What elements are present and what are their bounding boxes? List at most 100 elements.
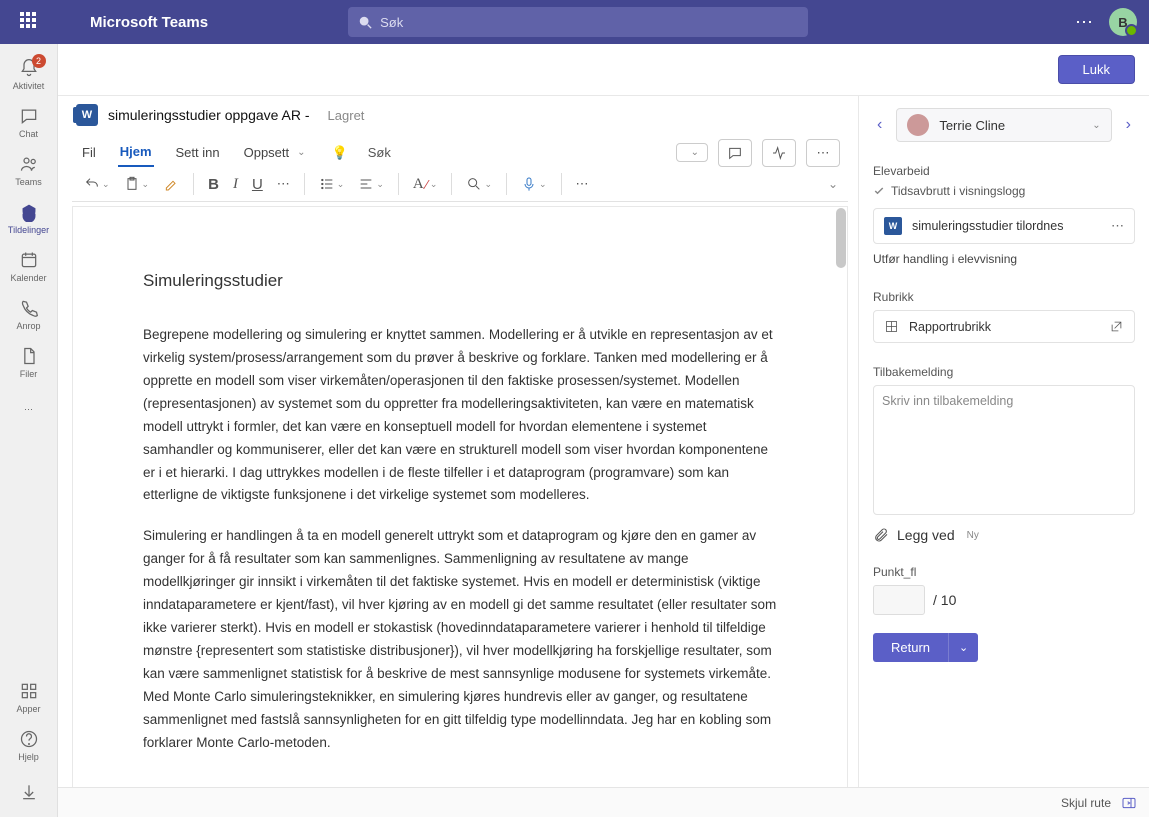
bottom-bar: Skjul rute: [58, 787, 1149, 817]
lightbulb-icon[interactable]: 💡: [332, 145, 348, 161]
align-icon: [358, 176, 374, 192]
rail-calls[interactable]: Anrop: [0, 290, 58, 338]
file-more-button[interactable]: ⋯: [1111, 218, 1124, 234]
rail-apps[interactable]: Apper: [0, 673, 58, 721]
user-avatar[interactable]: B: [1109, 8, 1137, 36]
main-area: Lukk W simuleringsstudier oppgave AR - L…: [58, 44, 1149, 817]
tab-layout[interactable]: Oppsett: [242, 139, 292, 166]
activity-icon: [771, 145, 787, 161]
prev-student-button[interactable]: ‹: [873, 112, 886, 138]
font-more-button[interactable]: ⋯: [275, 174, 292, 194]
close-button[interactable]: Lukk: [1058, 55, 1135, 84]
student-work-label: Elevarbeid: [873, 164, 1135, 178]
rail-more[interactable]: ⋯: [0, 386, 58, 434]
student-navigator: ‹ Terrie Cline ⌄ ›: [873, 108, 1135, 142]
chat-icon: [19, 106, 39, 126]
collapse-ribbon-button[interactable]: ⌄: [828, 177, 838, 191]
rubric-label: Rubrikk: [873, 290, 1135, 304]
ribbon-tabs: Fil Hjem Sett inn Oppsett ⌄ 💡 Søk ⌄ ⋯: [72, 134, 848, 167]
styles-button[interactable]: A⁄⌄: [411, 174, 440, 195]
points-max: / 10: [933, 592, 956, 608]
align-button[interactable]: ⌄: [356, 174, 386, 194]
student-file-card[interactable]: W simuleringsstudier tilordnes ⋯: [873, 208, 1135, 244]
italic-button[interactable]: I: [231, 174, 240, 195]
format-painter-button[interactable]: [161, 174, 181, 194]
ribbon-search-label[interactable]: Søk: [368, 145, 391, 160]
editing-mode-button[interactable]: ⌄: [676, 143, 708, 162]
doc-paragraph: Begrepene modellering og simulering er k…: [143, 324, 777, 508]
dictate-button[interactable]: ⌄: [519, 174, 549, 194]
rail-files[interactable]: Filer: [0, 338, 58, 386]
doc-paragraph: Simulering er handlingen å ta en modell …: [143, 525, 777, 754]
next-student-button[interactable]: ›: [1122, 112, 1135, 138]
comments-button[interactable]: [718, 139, 752, 167]
rubric-card[interactable]: Rapportrubrikk: [873, 310, 1135, 343]
feedback-input[interactable]: Skriv inn tilbakemelding: [873, 385, 1135, 515]
bold-button[interactable]: B: [206, 174, 221, 195]
close-bar: Lukk: [58, 44, 1149, 96]
apps-icon: [19, 681, 39, 701]
rail-calendar[interactable]: Kalender: [0, 242, 58, 290]
rail-assignments[interactable]: Tildelinger: [0, 194, 58, 242]
feedback-label: Tilbakemelding: [873, 365, 1135, 379]
rail-activity[interactable]: 2 Aktivitet: [0, 50, 58, 98]
header-more-icon[interactable]: ⋯: [1075, 12, 1093, 33]
word-icon: W: [76, 104, 98, 126]
save-status: Lagret: [328, 108, 365, 123]
calendar-icon: [19, 250, 39, 270]
undo-icon: [84, 176, 100, 192]
teams-icon: [19, 154, 39, 174]
bullets-button[interactable]: ⌄: [317, 174, 347, 194]
rail-chat[interactable]: Chat: [0, 98, 58, 146]
paperclip-icon: [873, 527, 889, 543]
tab-insert[interactable]: Sett inn: [174, 139, 222, 166]
document-pane: W simuleringsstudier oppgave AR - Lagret…: [58, 96, 859, 817]
clipboard-icon: [124, 176, 140, 192]
student-name: Terrie Cline: [939, 118, 1082, 133]
ellipsis-icon: ⋯: [18, 398, 40, 420]
rail-download[interactable]: [0, 769, 58, 817]
help-icon: [19, 729, 39, 749]
ribbon-more-button[interactable]: ⋯: [806, 139, 840, 167]
chevron-down-icon: ⌄: [691, 147, 699, 158]
points-input[interactable]: [873, 585, 925, 615]
waffle-icon[interactable]: [20, 12, 40, 32]
tab-home[interactable]: Hjem: [118, 138, 154, 167]
student-selector[interactable]: Terrie Cline ⌄: [896, 108, 1111, 142]
mic-icon: [521, 176, 537, 192]
doc-heading: Simuleringsstudier: [143, 267, 777, 296]
comment-icon: [727, 145, 743, 161]
find-button[interactable]: ⌄: [464, 174, 494, 194]
points-row: / 10: [873, 585, 1135, 615]
search-icon: [358, 15, 372, 29]
search-placeholder: Søk: [380, 15, 403, 30]
return-dropdown-button[interactable]: ⌄: [948, 633, 978, 662]
check-icon: [873, 185, 885, 197]
hide-pane-button[interactable]: Skjul rute: [1061, 796, 1111, 810]
points-label: Punkt_fl: [873, 565, 1135, 579]
toolbar-more-button[interactable]: ⋯: [574, 174, 591, 194]
vertical-scrollbar[interactable]: [836, 208, 846, 268]
tab-file[interactable]: Fil: [80, 139, 98, 166]
file-icon: [19, 346, 39, 366]
rubric-name: Rapportrubrikk: [909, 320, 1099, 334]
paste-button[interactable]: ⌄: [122, 174, 152, 194]
chevron-down-icon[interactable]: ⌄: [297, 147, 305, 158]
undo-button[interactable]: ⌄: [82, 174, 112, 194]
attach-button[interactable]: Legg ved Ny: [873, 527, 1135, 543]
grid-icon: [884, 319, 899, 334]
document-body[interactable]: Simuleringsstudier Begrepene modellering…: [72, 206, 848, 791]
word-icon: W: [884, 217, 902, 235]
new-badge: Ny: [967, 530, 979, 541]
rail-help[interactable]: Hjelp: [0, 721, 58, 769]
rail-teams[interactable]: Teams: [0, 146, 58, 194]
return-button[interactable]: Return: [873, 633, 948, 662]
panel-toggle-icon[interactable]: [1121, 795, 1137, 811]
student-view-action-link[interactable]: Utfør handling i elevvisning: [873, 252, 1135, 266]
open-icon: [1109, 319, 1124, 334]
catchup-button[interactable]: [762, 139, 796, 167]
viewlog-status: Tidsavbrutt i visningslogg: [873, 184, 1135, 198]
global-search[interactable]: Søk: [348, 7, 808, 37]
brush-icon: [163, 176, 179, 192]
underline-button[interactable]: U: [250, 174, 265, 195]
